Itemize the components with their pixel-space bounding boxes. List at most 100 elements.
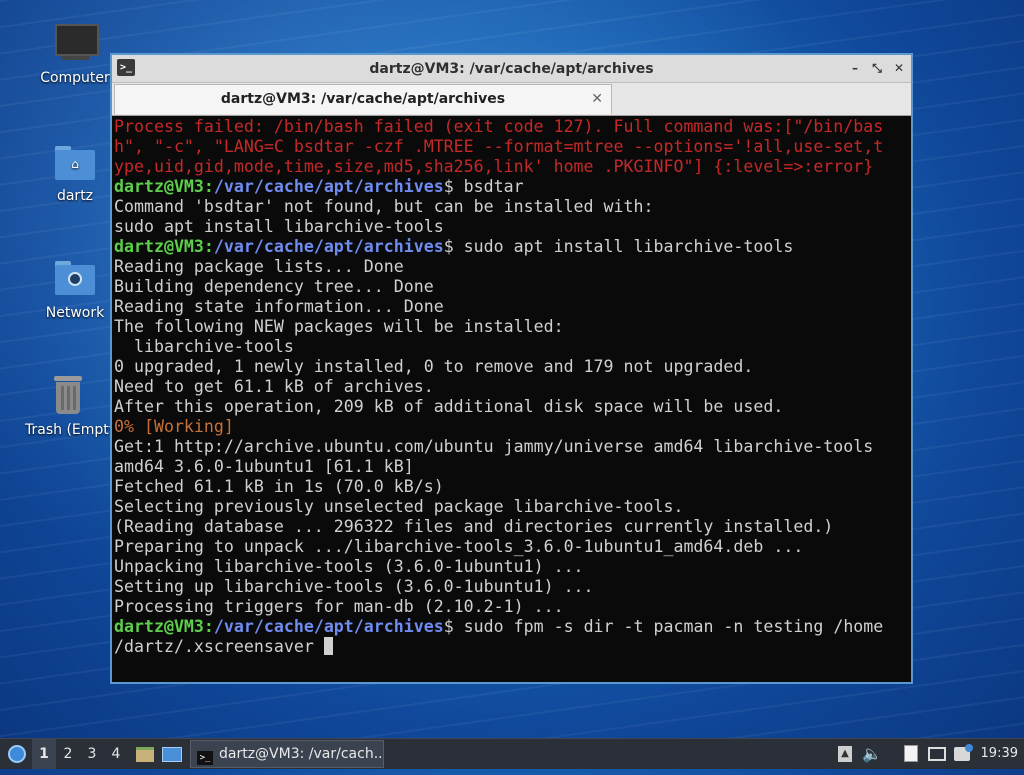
maximize-button[interactable]: ⤡ (867, 58, 887, 78)
terminal-output[interactable]: Process failed: /bin/bash failed (exit c… (114, 117, 909, 680)
output-text: Need to get 61.1 kB of archives. (114, 377, 434, 396)
output-text: Get:1 http://archive.ubuntu.com/ubuntu j… (114, 437, 874, 456)
prompt-separator: : (203, 237, 214, 256)
computer-icon (53, 22, 99, 66)
output-text: amd64 3.6.0-1ubuntu1 [61.1 kB] (114, 457, 414, 476)
home-folder-icon: ⌂ (53, 140, 97, 184)
terminal-line: amd64 3.6.0-1ubuntu1 [61.1 kB] (114, 457, 909, 477)
output-text: After this operation, 209 kB of addition… (114, 397, 784, 416)
updates-icon[interactable]: ▲ (836, 745, 854, 763)
terminal-line: /dartz/.xscreensaver (114, 637, 909, 657)
output-text: libarchive-tools (114, 337, 294, 356)
workspace-4-button[interactable]: 4 (104, 739, 128, 769)
minimize-button[interactable]: – (845, 58, 865, 78)
prompt-separator: : (203, 177, 214, 196)
trash-icon (46, 374, 90, 418)
desktop-icon-trash[interactable]: Trash (Empty) (25, 374, 111, 438)
prompt-user: dartz@VM3 (114, 617, 204, 636)
output-text: Setting up libarchive-tools (3.6.0-1ubun… (114, 577, 594, 596)
terminal-line: After this operation, 209 kB of addition… (114, 397, 909, 417)
terminal-line: ype,uid,gid,mode,time,size,md5,sha256,li… (114, 157, 909, 177)
workspace-2-button[interactable]: 2 (56, 739, 80, 769)
prompt-path: /var/cache/apt/archives (213, 177, 444, 196)
output-text: The following NEW packages will be insta… (114, 317, 564, 336)
terminal-line: Setting up libarchive-tools (3.6.0-1ubun… (114, 577, 909, 597)
output-text: 0 upgraded, 1 newly installed, 0 to remo… (114, 357, 754, 376)
text-cursor (323, 637, 333, 655)
tab-close-icon[interactable]: ✕ (591, 85, 603, 113)
terminal-line: Process failed: /bin/bash failed (exit c… (114, 117, 909, 137)
taskbar-terminal-task[interactable]: >_ dartz@VM3: /var/cach... (190, 740, 384, 768)
file-manager-icon (136, 747, 154, 762)
terminal-task-icon: >_ (197, 751, 213, 765)
error-text: ype,uid,gid,mode,time,size,md5,sha256,li… (114, 157, 874, 176)
terminal-line: Selecting previously unselected package … (114, 497, 909, 517)
clock[interactable]: 19:39 (981, 739, 1018, 769)
output-text: Fetched 61.1 kB in 1s (70.0 kB/s) (114, 477, 444, 496)
start-menu-button[interactable] (4, 739, 30, 769)
output-text: Reading state information... Done (114, 297, 444, 316)
terminal-line: 0% [Working] (114, 417, 909, 437)
taskbar: 1 2 3 4 >_ dartz@VM3: /var/cach... ▲ 🔈 19… (0, 738, 1024, 769)
terminal-line: h", "-c", "LANG=C bsdtar -czf .MTREE --f… (114, 137, 909, 157)
output-text: Selecting previously unselected package … (114, 497, 684, 516)
output-text: Building dependency tree... Done (114, 277, 434, 296)
error-text: Process failed: /bin/bash failed (exit c… (114, 117, 884, 136)
task-label: dartz@VM3: /var/cach... (219, 746, 384, 762)
terminal-line: dartz@VM3:/var/cache/apt/archives$ sudo … (114, 237, 909, 257)
output-text: (Reading database ... 296322 files and d… (114, 517, 834, 536)
file-manager-launcher[interactable] (134, 739, 156, 769)
prompt-separator: : (203, 617, 214, 636)
terminal-line: Unpacking libarchive-tools (3.6.0-1ubunt… (114, 557, 909, 577)
terminal-line: 0 upgraded, 1 newly installed, 0 to remo… (114, 357, 909, 377)
desktop-icon-label: Trash (Empty) (25, 422, 111, 438)
prompt-path: /var/cache/apt/archives (213, 237, 444, 256)
window-titlebar[interactable]: >_ dartz@VM3: /var/cache/apt/archives – … (112, 55, 911, 83)
terminal-line: Building dependency tree... Done (114, 277, 909, 297)
progress-text: 0% [Working] (114, 417, 234, 436)
output-text: Unpacking libarchive-tools (3.6.0-1ubunt… (114, 557, 584, 576)
command-text: $ sudo apt install libarchive-tools (443, 237, 794, 256)
terminal-line: Need to get 61.1 kB of archives. (114, 377, 909, 397)
workspace-3-button[interactable]: 3 (80, 739, 104, 769)
terminal-line: The following NEW packages will be insta… (114, 317, 909, 337)
terminal-line: Command 'bsdtar' not found, but can be i… (114, 197, 909, 217)
terminal-line: libarchive-tools (114, 337, 909, 357)
network-icon[interactable] (928, 745, 946, 763)
tab-bar: dartz@VM3: /var/cache/apt/archives ✕ (112, 83, 911, 116)
close-button[interactable]: ✕ (889, 58, 909, 78)
network-folder-icon (53, 257, 97, 301)
error-text: h", "-c", "LANG=C bsdtar -czf .MTREE --f… (114, 137, 884, 156)
prompt-user: dartz@VM3 (114, 237, 204, 256)
clipboard-icon[interactable] (902, 745, 920, 763)
terminal-line: dartz@VM3:/var/cache/apt/archives$ bsdta… (114, 177, 909, 197)
prompt-path: /var/cache/apt/archives (213, 617, 444, 636)
start-menu-icon (8, 745, 26, 763)
prompt-user: dartz@VM3 (114, 177, 204, 196)
output-text: /dartz/.xscreensaver (114, 637, 324, 656)
output-text: Reading package lists... Done (114, 257, 404, 276)
terminal-line: Preparing to unpack .../libarchive-tools… (114, 537, 909, 557)
show-desktop-icon (162, 747, 182, 762)
terminal-line: sudo apt install libarchive-tools (114, 217, 909, 237)
command-text: $ sudo fpm -s dir -t pacman -n testing /… (443, 617, 884, 636)
tab-terminal[interactable]: dartz@VM3: /var/cache/apt/archives ✕ (114, 84, 612, 114)
output-text: Command 'bsdtar' not found, but can be i… (114, 197, 654, 216)
output-text: Processing triggers for man-db (2.10.2-1… (114, 597, 564, 616)
terminal-line: Reading package lists... Done (114, 257, 909, 277)
terminal-line: Reading state information... Done (114, 297, 909, 317)
window-title: dartz@VM3: /var/cache/apt/archives (369, 60, 654, 77)
terminal-line: Get:1 http://archive.ubuntu.com/ubuntu j… (114, 437, 909, 457)
notification-icon[interactable] (954, 744, 973, 763)
terminal-app-icon: >_ (117, 59, 135, 76)
volume-icon[interactable]: 🔈 (862, 745, 882, 763)
terminal-line: (Reading database ... 296322 files and d… (114, 517, 909, 537)
workspace-1-button[interactable]: 1 (32, 739, 56, 769)
output-text: Preparing to unpack .../libarchive-tools… (114, 537, 804, 556)
terminal-line: Processing triggers for man-db (2.10.2-1… (114, 597, 909, 617)
output-text: sudo apt install libarchive-tools (114, 217, 444, 236)
command-text: $ bsdtar (443, 177, 524, 196)
show-desktop-launcher[interactable] (160, 739, 184, 769)
terminal-window[interactable]: >_ dartz@VM3: /var/cache/apt/archives – … (110, 53, 913, 684)
terminal-line: Fetched 61.1 kB in 1s (70.0 kB/s) (114, 477, 909, 497)
